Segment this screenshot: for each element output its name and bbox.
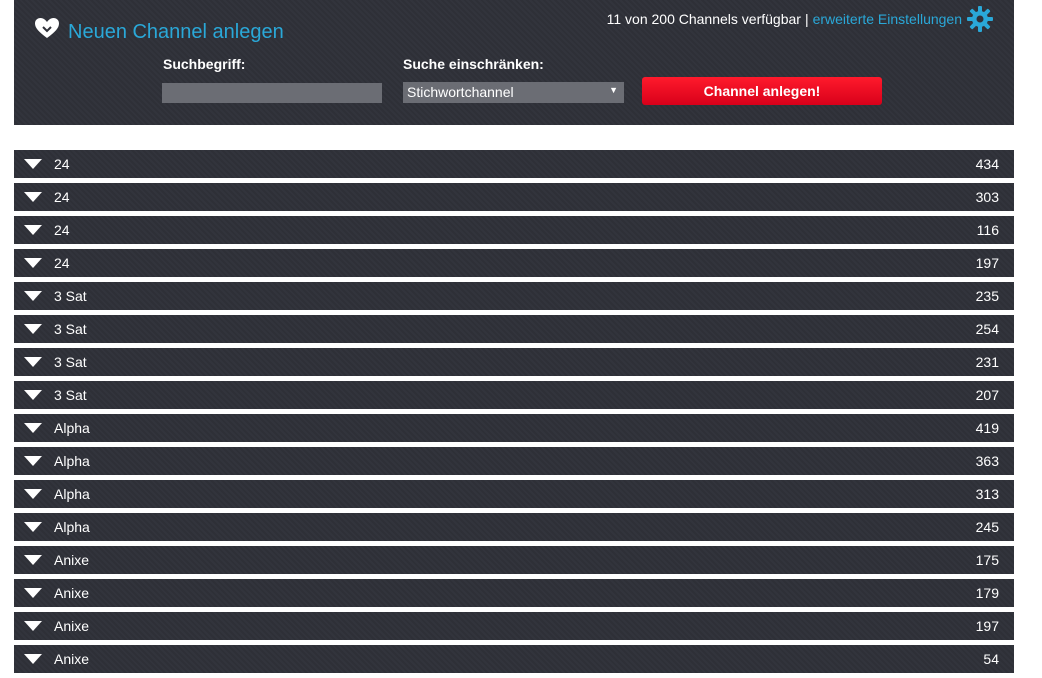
channel-row[interactable]: Alpha 313 — [14, 480, 1014, 508]
chevron-down-icon[interactable] — [24, 159, 42, 169]
chevron-down-icon[interactable] — [24, 357, 42, 367]
chevron-down-icon[interactable] — [24, 621, 42, 631]
create-channel-button[interactable]: Channel anlegen! — [642, 77, 882, 105]
channel-count: 179 — [975, 585, 999, 601]
gear-icon[interactable] — [966, 5, 994, 33]
restrict-select-value: Stichwortchannel — [407, 84, 514, 100]
chevron-down-icon[interactable] — [24, 324, 42, 334]
chevron-down-icon: ▼ — [609, 85, 618, 95]
advanced-settings-link[interactable]: erweiterte Einstellungen — [813, 11, 962, 27]
channel-row[interactable]: 3 Sat 207 — [14, 381, 1014, 409]
channel-name: Alpha — [54, 453, 90, 469]
channel-row[interactable]: 24 303 — [14, 183, 1014, 211]
channel-row[interactable]: Alpha 363 — [14, 447, 1014, 475]
chevron-down-icon[interactable] — [24, 522, 42, 532]
chevron-down-icon[interactable] — [24, 489, 42, 499]
channel-name: 3 Sat — [54, 288, 87, 304]
restrict-select[interactable]: Stichwortchannel ▼ — [403, 82, 624, 103]
chevron-down-icon[interactable] — [24, 192, 42, 202]
availability-text: 11 von 200 Channels verfügbar — [606, 11, 801, 27]
chevron-down-icon[interactable] — [24, 456, 42, 466]
channel-row[interactable]: Alpha 419 — [14, 414, 1014, 442]
channel-row[interactable]: Anixe 54 — [14, 645, 1014, 673]
channel-count: 231 — [975, 354, 999, 370]
channel-name: 3 Sat — [54, 321, 87, 337]
channel-count: 197 — [975, 255, 999, 271]
channel-count: 235 — [975, 288, 999, 304]
channel-row[interactable]: 24 197 — [14, 249, 1014, 277]
channel-name: Alpha — [54, 420, 90, 436]
channel-count: 303 — [975, 189, 999, 205]
channel-name: 24 — [54, 156, 70, 172]
channel-row[interactable]: Alpha 245 — [14, 513, 1014, 541]
channel-count: 419 — [975, 420, 999, 436]
channel-row[interactable]: 24 116 — [14, 216, 1014, 244]
chevron-down-icon[interactable] — [24, 291, 42, 301]
channel-name: 3 Sat — [54, 387, 87, 403]
separator: | — [804, 11, 809, 27]
channel-row[interactable]: 3 Sat 231 — [14, 348, 1014, 376]
heart-icon — [35, 18, 59, 38]
chevron-down-icon[interactable] — [24, 258, 42, 268]
channel-name: Alpha — [54, 486, 90, 502]
channel-count: 175 — [975, 552, 999, 568]
chevron-down-icon[interactable] — [24, 654, 42, 664]
channel-count: 254 — [975, 321, 999, 337]
channel-name: Anixe — [54, 552, 90, 568]
channel-count: 197 — [975, 618, 999, 634]
chevron-down-icon[interactable] — [24, 423, 42, 433]
channel-count: 363 — [975, 453, 999, 469]
channel-name: 24 — [54, 255, 70, 271]
chevron-down-icon[interactable] — [24, 555, 42, 565]
new-channel-panel: Neuen Channel anlegen 11 von 200 Channel… — [14, 0, 1014, 125]
channel-name: 24 — [54, 189, 70, 205]
channel-count: 313 — [975, 486, 999, 502]
search-label: Suchbegriff: — [163, 56, 246, 72]
chevron-down-icon[interactable] — [24, 225, 42, 235]
channel-row[interactable]: Anixe 175 — [14, 546, 1014, 574]
search-input[interactable] — [162, 83, 382, 103]
channel-row[interactable]: Anixe 197 — [14, 612, 1014, 640]
channel-name: 24 — [54, 222, 70, 238]
chevron-down-icon[interactable] — [24, 588, 42, 598]
channel-count: 434 — [975, 156, 999, 172]
channel-count: 207 — [975, 387, 999, 403]
channel-list: 24 434 24 303 24 116 24 197 3 Sat 235 3 Sat 254 3 Sa… — [14, 150, 1014, 678]
channel-name: Anixe — [54, 618, 90, 634]
channel-row[interactable]: Anixe 179 — [14, 579, 1014, 607]
channel-row[interactable]: 3 Sat 235 — [14, 282, 1014, 310]
top-right-bar: 11 von 200 Channels verfügbar | erweiter… — [607, 5, 994, 33]
channel-name: Alpha — [54, 519, 90, 535]
channel-count: 116 — [976, 222, 999, 238]
restrict-label: Suche einschränken: — [403, 56, 544, 72]
chevron-down-icon[interactable] — [24, 390, 42, 400]
channel-name: Anixe — [54, 585, 90, 601]
channel-name: 3 Sat — [54, 354, 87, 370]
page-title: Neuen Channel anlegen — [68, 21, 284, 43]
channel-count: 245 — [975, 519, 999, 535]
channel-row[interactable]: 24 434 — [14, 150, 1014, 178]
channel-row[interactable]: 3 Sat 254 — [14, 315, 1014, 343]
